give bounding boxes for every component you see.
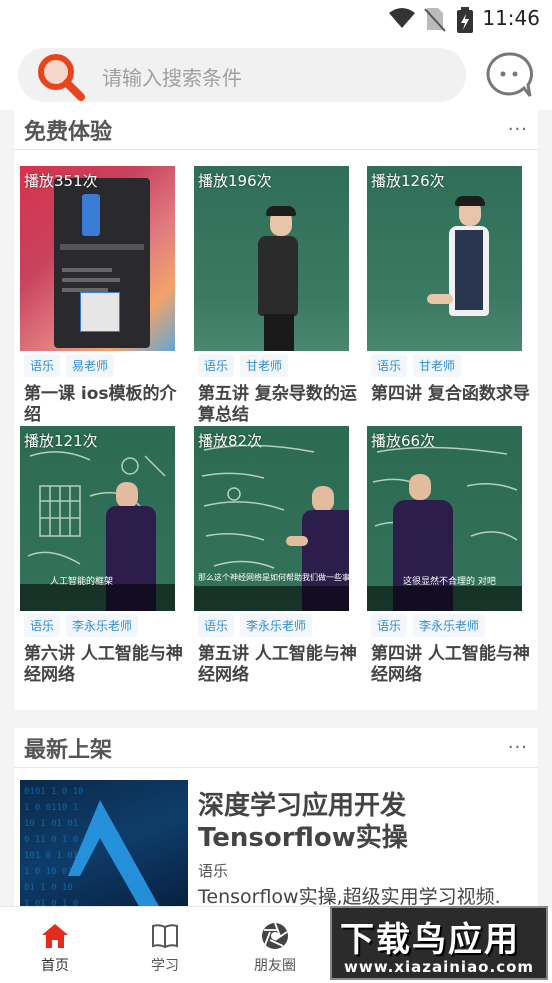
course-thumbnail: 人工智能的框架 播放121次 <box>20 426 175 611</box>
battery-charging-icon <box>457 7 473 33</box>
no-sim-icon <box>424 8 446 32</box>
status-bar: 11:46 <box>0 0 552 38</box>
course-thumbnail: 播放196次 <box>194 166 349 351</box>
watermark-title: 下载鸟应用 <box>340 920 520 960</box>
tag: 语乐 <box>198 354 235 377</box>
tag-list: 语乐 李永乐老师 <box>24 614 144 638</box>
tag: 李永乐老师 <box>66 614 139 637</box>
section-title: 最新上架 <box>24 738 113 763</box>
search-icon <box>38 54 85 101</box>
nav-label: 朋友圈 <box>254 958 296 974</box>
tag: 李永乐老师 <box>413 614 486 637</box>
video-caption: 这很显然不合理的 对吧 <box>403 577 496 587</box>
nav-moments[interactable]: 朋友圈 <box>220 907 330 983</box>
tag: 语乐 <box>198 614 235 637</box>
search-input[interactable]: 请输入搜索条件 <box>102 62 242 91</box>
new-arrivals-section: 最新上架 ... 0101 1 0 10 1 0 0110 1 10 1 01 0… <box>14 728 538 908</box>
wifi-icon <box>389 8 415 28</box>
course-thumbnail: 这很显然不合理的 对吧 播放66次 <box>367 426 522 611</box>
course-thumbnail: 播放351次 <box>20 166 175 351</box>
watermark-logo: 下载鸟应用 www.xiazainiao.com <box>330 906 548 980</box>
tag: 易老师 <box>66 354 115 377</box>
tag: 甘老师 <box>413 354 462 377</box>
clock: 11:46 <box>482 6 540 30</box>
tag: 语乐 <box>24 354 61 377</box>
search-bar[interactable]: 请输入搜索条件 <box>18 48 466 102</box>
tag-list: 语乐 甘老师 <box>371 354 467 378</box>
video-caption: 人工智能的框架 <box>50 577 114 587</box>
top-bar: 请输入搜索条件 <box>0 38 552 110</box>
course-title: 第一课 ios模板的介绍 <box>24 384 177 425</box>
section-header: 最新上架 ... <box>14 728 538 768</box>
more-button[interactable]: ... <box>508 732 528 753</box>
course-thumbnail: 那么这个神经网络是如何帮助我们做一些事 播放82次 <box>194 426 349 611</box>
course-title: 第五讲 人工智能与神经网络 <box>198 644 357 685</box>
course-thumbnail: 0101 1 0 10 1 0 0110 1 10 1 01 01 0 11 0 1… <box>20 780 188 908</box>
course-description: Tensorflow实操,超级实用学习视频. <box>198 886 501 908</box>
course-title: 第四讲 人工智能与神经网络 <box>371 644 530 685</box>
svg-text:0101 1 0 10: 0101 1 0 10 <box>24 787 84 797</box>
tag: 语乐 <box>371 614 408 637</box>
watermark-url: www.xiazainiao.com <box>344 958 535 976</box>
nav-label: 首页 <box>41 958 69 974</box>
tag: 语乐 <box>371 354 408 377</box>
course-title: 第四讲 复合函数求导 <box>371 384 530 404</box>
aperture-icon <box>262 922 288 949</box>
tag: 李永乐老师 <box>240 614 313 637</box>
svg-text:1 0 0110 1: 1 0 0110 1 <box>24 803 78 813</box>
tag: 语乐 <box>198 862 229 880</box>
play-count: 播放121次 <box>24 432 98 450</box>
course-thumbnail: 播放126次 <box>367 166 522 351</box>
home-icon <box>42 924 68 948</box>
chat-bubble-icon[interactable] <box>484 50 534 100</box>
tag: 甘老师 <box>240 354 289 377</box>
play-count: 播放66次 <box>371 432 436 450</box>
svg-text:101 0 1 01: 101 0 1 01 <box>24 851 78 861</box>
tag-list: 语乐 李永乐老师 <box>371 614 491 638</box>
free-trial-section: 免费体验 ... 播放351次 语乐 易老师 第一课 ios模板的介绍 播放196… <box>14 110 538 710</box>
play-count: 播放351次 <box>24 172 98 190</box>
section-title: 免费体验 <box>24 120 113 145</box>
play-count: 播放82次 <box>198 432 263 450</box>
svg-text:0 11 0 1 0: 0 11 0 1 0 <box>24 835 78 845</box>
course-title: 第五讲 复杂导数的运算总结 <box>198 384 357 425</box>
section-header: 免费体验 ... <box>14 110 538 150</box>
tag-list: 语乐 李永乐老师 <box>198 614 318 638</box>
tensorflow-logo-art: 0101 1 0 10 1 0 0110 1 10 1 01 01 0 11 0 1… <box>24 787 160 908</box>
svg-text:10 1 01 01: 10 1 01 01 <box>24 819 78 829</box>
course-title: 深度学习应用开发Tensorflow实操 <box>198 791 408 853</box>
nav-home[interactable]: 首页 <box>0 907 110 983</box>
tag-list: 语乐 甘老师 <box>198 354 294 378</box>
tag-list: 语乐 易老师 <box>24 354 120 378</box>
play-count: 播放196次 <box>198 172 272 190</box>
video-caption: 那么这个神经网络是如何帮助我们做一些事 <box>198 573 349 582</box>
play-count: 播放126次 <box>371 172 445 190</box>
more-button[interactable]: ... <box>508 114 528 135</box>
tag: 语乐 <box>24 614 61 637</box>
nav-label: 学习 <box>151 958 179 974</box>
course-title: 第六讲 人工智能与神经网络 <box>24 644 183 685</box>
svg-text:01 1 0 10: 01 1 0 10 <box>24 883 73 893</box>
book-icon <box>152 924 178 949</box>
nav-study[interactable]: 学习 <box>110 907 220 983</box>
